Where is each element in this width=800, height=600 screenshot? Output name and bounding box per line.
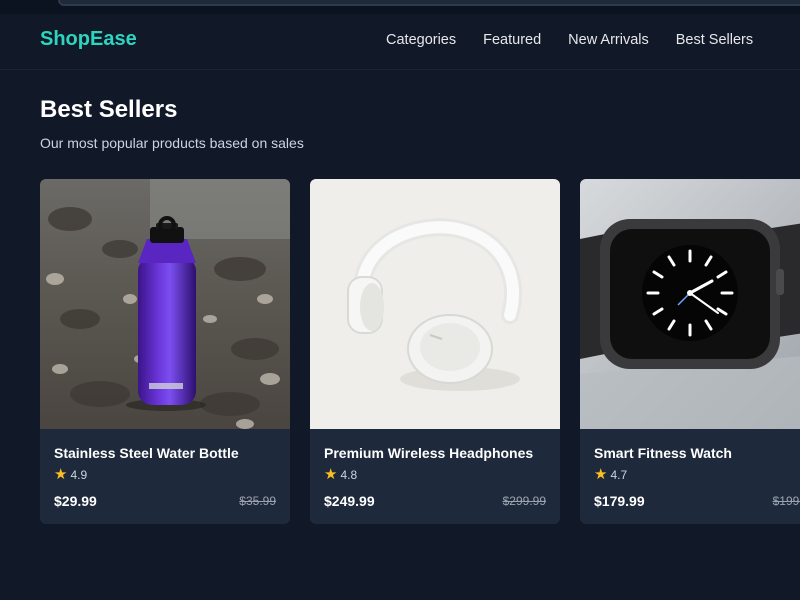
rating-value: 4.7 [610,468,628,482]
product-name[interactable]: Smart Fitness Watch [594,445,732,461]
page-subtitle: Our most popular products based on sales [40,135,304,151]
product-rating: ★ 4.8 [324,466,358,483]
product-name[interactable]: Stainless Steel Water Bottle [54,445,239,461]
product-card[interactable]: Stainless Steel Water Bottle ★ 4.9 $29.9… [40,179,290,524]
rating-value: 4.9 [70,468,88,482]
product-old-price: $299.99 [502,494,546,508]
product-old-price: $35.99 [239,494,276,508]
nav-featured[interactable]: Featured [483,32,541,48]
product-price: $249.99 [324,493,375,509]
product-old-price: $199.99 [772,494,800,508]
nav-categories[interactable]: Categories [386,32,456,48]
nav-new-arrivals[interactable]: New Arrivals [568,32,649,48]
product-card[interactable]: Premium Wireless Headphones ★ 4.8 $249.9… [310,179,560,524]
site-header: ShopEase Categories Featured New Arrival… [0,14,800,70]
product-card[interactable]: Smart Fitness Watch ★ 4.7 $179.99 $199.9… [580,179,800,524]
logo[interactable]: ShopEase [40,28,137,51]
product-rating: ★ 4.7 [594,466,628,483]
product-price: $179.99 [594,493,645,509]
product-image[interactable] [310,179,560,429]
main-nav: Categories Featured New Arrivals Best Se… [386,32,753,48]
product-image[interactable] [580,179,800,429]
star-icon: ★ [594,466,608,483]
browser-top-strip [0,0,800,14]
product-list: Stainless Steel Water Bottle ★ 4.9 $29.9… [40,179,800,529]
star-icon: ★ [324,466,338,483]
product-name[interactable]: Premium Wireless Headphones [324,445,533,461]
page-title: Best Sellers [40,96,178,123]
nav-best-sellers[interactable]: Best Sellers [676,32,753,48]
rating-value: 4.8 [340,468,358,482]
star-icon: ★ [54,466,68,483]
address-bar[interactable] [58,0,800,6]
product-image[interactable] [40,179,290,429]
product-rating: ★ 4.9 [54,466,88,483]
product-price: $29.99 [54,493,97,509]
